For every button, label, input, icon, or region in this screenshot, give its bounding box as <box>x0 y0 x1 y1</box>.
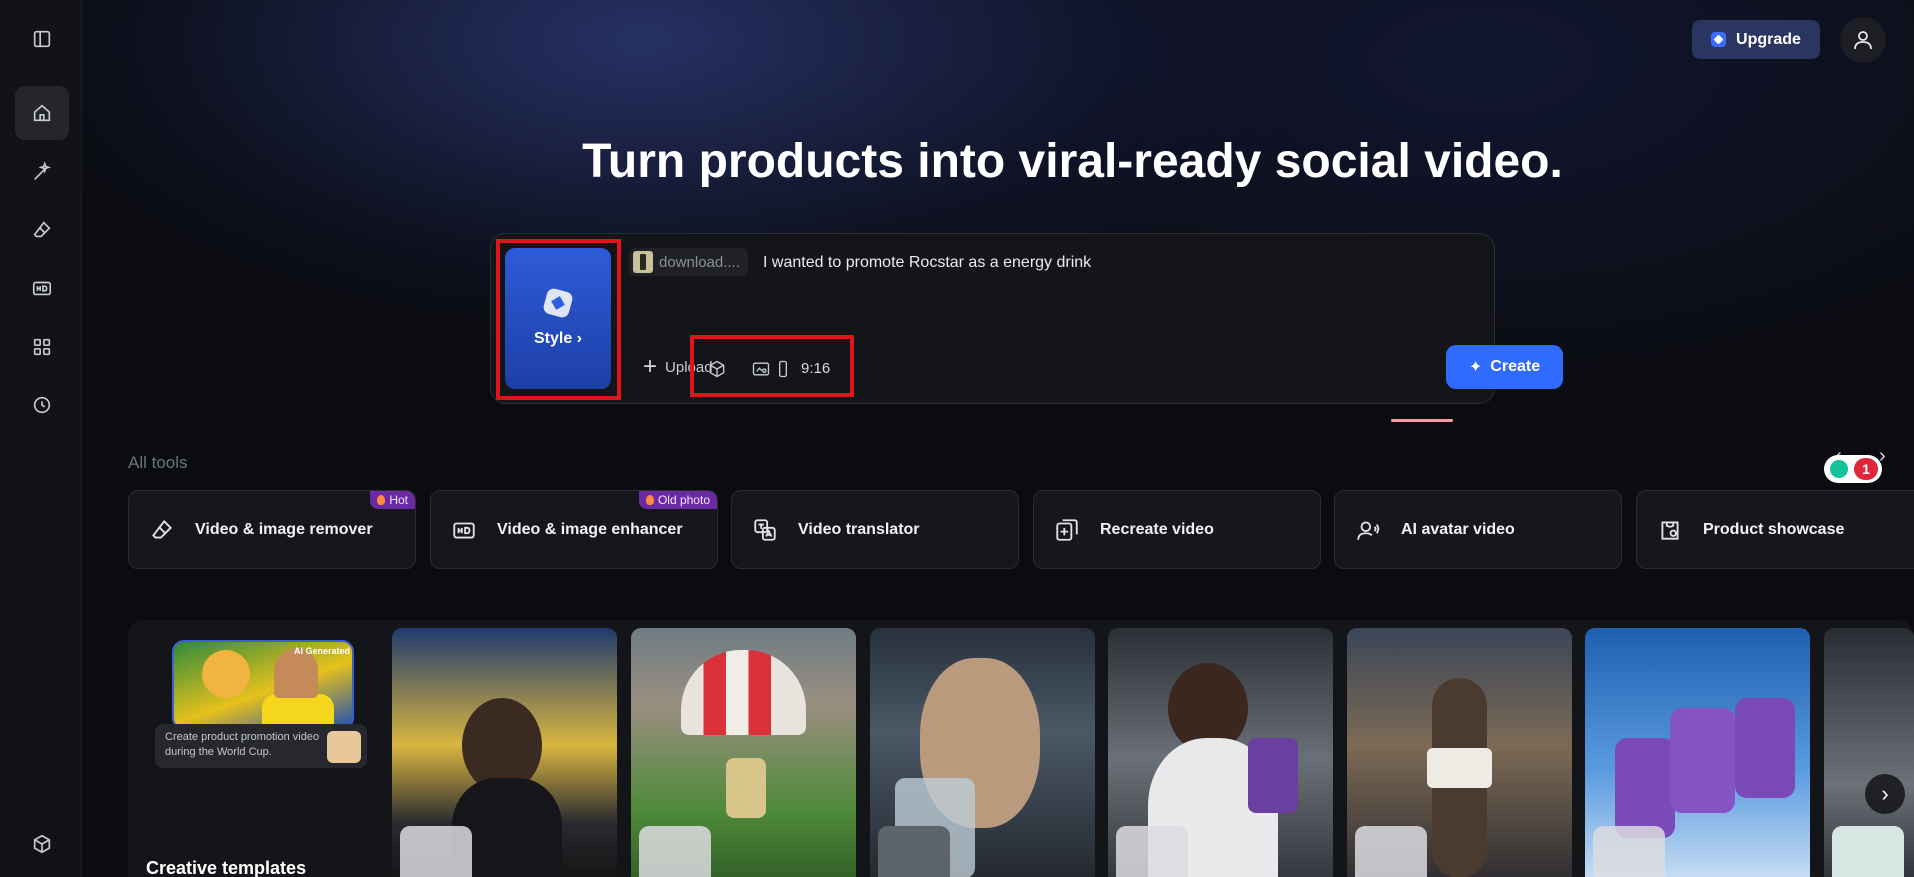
template-tile[interactable] <box>1108 628 1333 877</box>
ai-generated-tag: AI Generated <box>294 646 351 656</box>
hot-badge: Hot <box>370 491 415 509</box>
highlight-box-options <box>690 335 854 397</box>
sparkle-icon: ✦ <box>1468 359 1483 376</box>
sidebar <box>0 0 82 877</box>
tool-card-remover[interactable]: Video & image remover Hot <box>128 490 416 569</box>
sidebar-item-all-tools[interactable] <box>15 320 69 374</box>
product-thumbnail <box>1832 826 1904 877</box>
tool-label: Video translator <box>798 520 920 538</box>
tool-card-avatar[interactable]: AI avatar video <box>1334 490 1622 569</box>
attached-file-chip[interactable]: download.... <box>629 248 748 276</box>
avatar-voice-icon <box>1357 520 1380 540</box>
grammarly-icon <box>1830 460 1848 478</box>
magic-wand-icon <box>34 161 52 180</box>
clock-icon <box>33 396 51 414</box>
product-thumbnail <box>639 826 711 877</box>
user-icon <box>1854 31 1872 50</box>
create-button[interactable]: ✦ Create <box>1446 345 1563 389</box>
product-thumbnail <box>1116 826 1188 877</box>
product-thumbnail <box>400 826 472 877</box>
diamond-icon <box>1711 32 1727 47</box>
product-thumbnail <box>1355 826 1427 877</box>
sidebar-item-home[interactable] <box>15 86 69 140</box>
page-title: Turn products into viral-ready social vi… <box>582 135 1563 188</box>
hd-icon <box>453 522 475 539</box>
grammarly-widget[interactable]: 1 <box>1824 455 1882 483</box>
tool-label: AI avatar video <box>1401 520 1515 538</box>
highlight-box-style <box>496 239 621 400</box>
template-tile[interactable] <box>870 628 1095 877</box>
flame-icon <box>645 495 654 505</box>
caption-thumbnail <box>327 731 361 763</box>
templates-next-button[interactable]: › <box>1865 774 1905 814</box>
box-icon <box>33 834 51 854</box>
tool-card-enhancer[interactable]: Video & image enhancer Old photo <box>430 490 718 569</box>
avatar[interactable] <box>1840 17 1886 63</box>
eraser-icon <box>33 221 51 238</box>
file-thumbnail <box>633 251 653 273</box>
mascot-figure <box>202 650 250 698</box>
recreate-icon <box>1056 518 1078 541</box>
tool-label: Recreate video <box>1100 520 1214 538</box>
tool-card-recreate[interactable]: Recreate video <box>1033 490 1321 569</box>
tool-label: Video & image enhancer <box>497 520 683 538</box>
plus-icon: + <box>643 353 658 380</box>
sidebar-item-remover[interactable] <box>15 203 69 257</box>
tool-label: Product showcase <box>1703 520 1845 538</box>
section-label-all-tools: All tools <box>128 453 188 472</box>
hd-icon <box>32 281 52 296</box>
old-photo-badge: Old photo <box>638 491 717 509</box>
tool-card-translator[interactable]: Video translator <box>731 490 1019 569</box>
tool-card-product-showcase[interactable]: Product showcase <box>1636 490 1914 569</box>
main-area: Upgrade Turn products into viral-ready s… <box>82 0 1914 877</box>
sidebar-item-enhancer[interactable] <box>15 261 69 315</box>
eraser-icon <box>152 519 172 539</box>
product-thumbnail <box>1593 826 1665 877</box>
template-tile[interactable] <box>1824 628 1914 877</box>
tool-label: Video & image remover <box>195 520 373 538</box>
template-tile[interactable] <box>1585 628 1810 877</box>
template-tile[interactable] <box>631 628 856 877</box>
sidebar-item-ai-create[interactable] <box>15 145 69 199</box>
upgrade-label: Upgrade <box>1736 30 1801 48</box>
product-thumbnail <box>878 826 950 877</box>
sidebar-toggle-icon <box>33 30 51 48</box>
file-name: download.... <box>659 253 740 271</box>
sidebar-item-assets[interactable] <box>15 817 69 871</box>
home-icon <box>33 104 51 122</box>
translate-icon <box>754 518 776 541</box>
toggle-sidebar-button[interactable] <box>15 12 69 66</box>
template-tile[interactable] <box>392 628 617 877</box>
grammarly-count: 1 <box>1854 458 1878 480</box>
prompt-box: Style › download.... I wanted to promote… <box>490 233 1563 404</box>
create-label: Create <box>1490 358 1541 375</box>
upgrade-button[interactable]: Upgrade <box>1692 20 1820 59</box>
sidebar-item-history[interactable] <box>15 378 69 432</box>
prompt-input[interactable]: I wanted to promote Rocstar as a energy … <box>763 254 1091 272</box>
progress-indicator <box>1391 419 1453 422</box>
template-tile[interactable] <box>1347 628 1572 877</box>
grid-icon <box>33 338 51 356</box>
flame-icon <box>377 495 386 505</box>
product-icon <box>1661 520 1679 540</box>
templates-title: Creative templates <box>146 858 307 877</box>
